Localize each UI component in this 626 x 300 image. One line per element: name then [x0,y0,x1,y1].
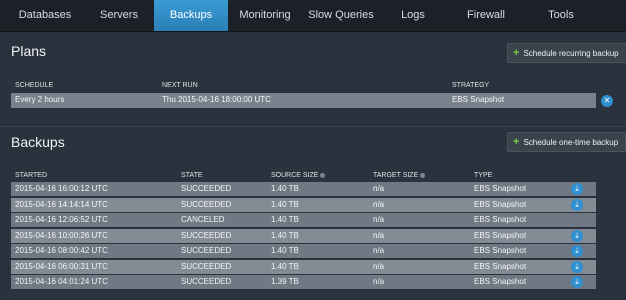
schedule-one-time-backup-button[interactable]: + Schedule one-time backup [507,132,626,152]
backups-header-started: STARTED [15,172,48,179]
table-row: 2015-04-16 10:00:26 UTC SUCCEEDED 1.40 TB n… [11,228,596,244]
backup-started: 2015-04-16 10:00:26 UTC [15,230,108,240]
tab-databases[interactable]: Databases [6,0,84,31]
tab-servers[interactable]: Servers [84,0,154,31]
tab-tools[interactable]: Tools [526,0,596,31]
info-icon[interactable] [320,172,326,178]
section-divider [0,126,626,127]
backup-started: 2015-04-16 06:00:31 UTC [15,261,108,271]
backup-state: SUCCEEDED [181,261,232,271]
target-size-header-label: TARGET SIZE [373,172,419,179]
top-nav: Databases Servers Backups Monitoring Slo… [0,0,626,32]
download-icon[interactable]: ⤓ [571,260,583,273]
backup-source-size: 1.40 TB [271,199,299,209]
plan-next-run: Thu 2015-04-16 18:00:00 UTC [162,95,271,104]
table-row: 2015-04-16 04:01:24 UTC SUCCEEDED 1.39 TB n… [11,275,596,290]
download-icon[interactable]: ⤓ [571,198,583,211]
source-size-header-label: SOURCE SIZE [271,172,319,179]
backup-type: EBS Snapshot [474,184,527,193]
plan-row: Every 2 hours Thu 2015-04-16 18:00:00 UT… [11,93,596,109]
plus-icon: + [513,136,520,148]
backup-source-size: 1.40 TB [271,246,299,255]
plus-icon: + [513,47,520,59]
backup-target-size: n/a [373,230,385,240]
tab-backups[interactable]: Backups [154,0,228,31]
backup-state: CANCELED [181,215,225,224]
schedule-one-time-backup-label: Schedule one-time backup [523,138,619,147]
download-icon[interactable]: ⤓ [571,276,583,288]
tab-slow-queries[interactable]: Slow Queries [302,0,380,31]
remove-plan-icon[interactable]: ✕ [601,95,613,107]
backup-target-size: n/a [373,246,385,255]
backups-header-source-size: SOURCE SIZE [271,172,326,179]
backup-target-size: n/a [373,277,385,286]
backup-target-size: n/a [373,184,385,193]
plans-header-next-run: NEXT RUN [162,82,198,89]
table-row: 2015-04-16 16:00:12 UTC SUCCEEDED 1.40 TB n… [11,182,596,197]
download-icon[interactable]: ⤓ [571,229,583,242]
backup-target-size: n/a [373,261,385,271]
backup-source-size: 1.40 TB [271,230,299,240]
backup-state: SUCCEEDED [181,246,232,255]
backup-source-size: 1.40 TB [271,261,299,271]
backup-source-size: 1.40 TB [271,184,299,193]
table-row: 2015-04-16 08:00:42 UTC SUCCEEDED 1.40 TB n… [11,244,596,259]
plans-header-strategy: STRATEGY [452,82,490,89]
backup-type: EBS Snapshot [474,230,527,240]
table-row: 2015-04-16 06:00:31 UTC SUCCEEDED 1.40 TB n… [11,259,596,275]
plan-strategy: EBS Snapshot [452,95,505,104]
backup-started: 2015-04-16 04:01:24 UTC [15,277,108,286]
plans-header-schedule: SCHEDULE [15,82,54,89]
backup-state: SUCCEEDED [181,230,232,240]
plan-schedule: Every 2 hours [15,95,65,104]
backup-started: 2015-04-16 08:00:42 UTC [15,246,108,255]
backup-source-size: 1.40 TB [271,215,299,224]
backup-type: EBS Snapshot [474,199,527,209]
backup-target-size: n/a [373,215,385,224]
backup-type: EBS Snapshot [474,215,527,224]
backup-target-size: n/a [373,199,385,209]
schedule-recurring-backup-label: Schedule recurring backup [523,49,619,58]
backup-started: 2015-04-16 14:14:14 UTC [15,199,108,209]
schedule-recurring-backup-button[interactable]: + Schedule recurring backup [507,43,626,63]
backups-header-target-size: TARGET SIZE [373,172,426,179]
backup-state: SUCCEEDED [181,184,232,193]
plans-title: Plans [11,43,47,59]
tab-monitoring[interactable]: Monitoring [228,0,302,31]
backup-started: 2015-04-16 16:00:12 UTC [15,184,108,193]
backup-source-size: 1.39 TB [271,277,299,286]
table-row: 2015-04-16 12:06:52 UTC CANCELED 1.40 TB n/… [11,213,596,228]
download-icon[interactable]: ⤓ [571,183,583,195]
backups-header-type: TYPE [474,172,493,179]
info-icon[interactable] [420,172,426,178]
table-row: 2015-04-16 14:14:14 UTC SUCCEEDED 1.40 TB n… [11,197,596,213]
backups-title: Backups [11,134,65,150]
tab-logs[interactable]: Logs [380,0,446,31]
backup-started: 2015-04-16 12:06:52 UTC [15,215,108,224]
backup-type: EBS Snapshot [474,277,527,286]
backup-state: SUCCEEDED [181,277,232,286]
backup-type: EBS Snapshot [474,246,527,255]
backups-header-state: STATE [181,172,203,179]
backup-state: SUCCEEDED [181,199,232,209]
download-icon[interactable]: ⤓ [571,245,583,257]
backup-type: EBS Snapshot [474,261,527,271]
tab-firewall[interactable]: Firewall [446,0,526,31]
